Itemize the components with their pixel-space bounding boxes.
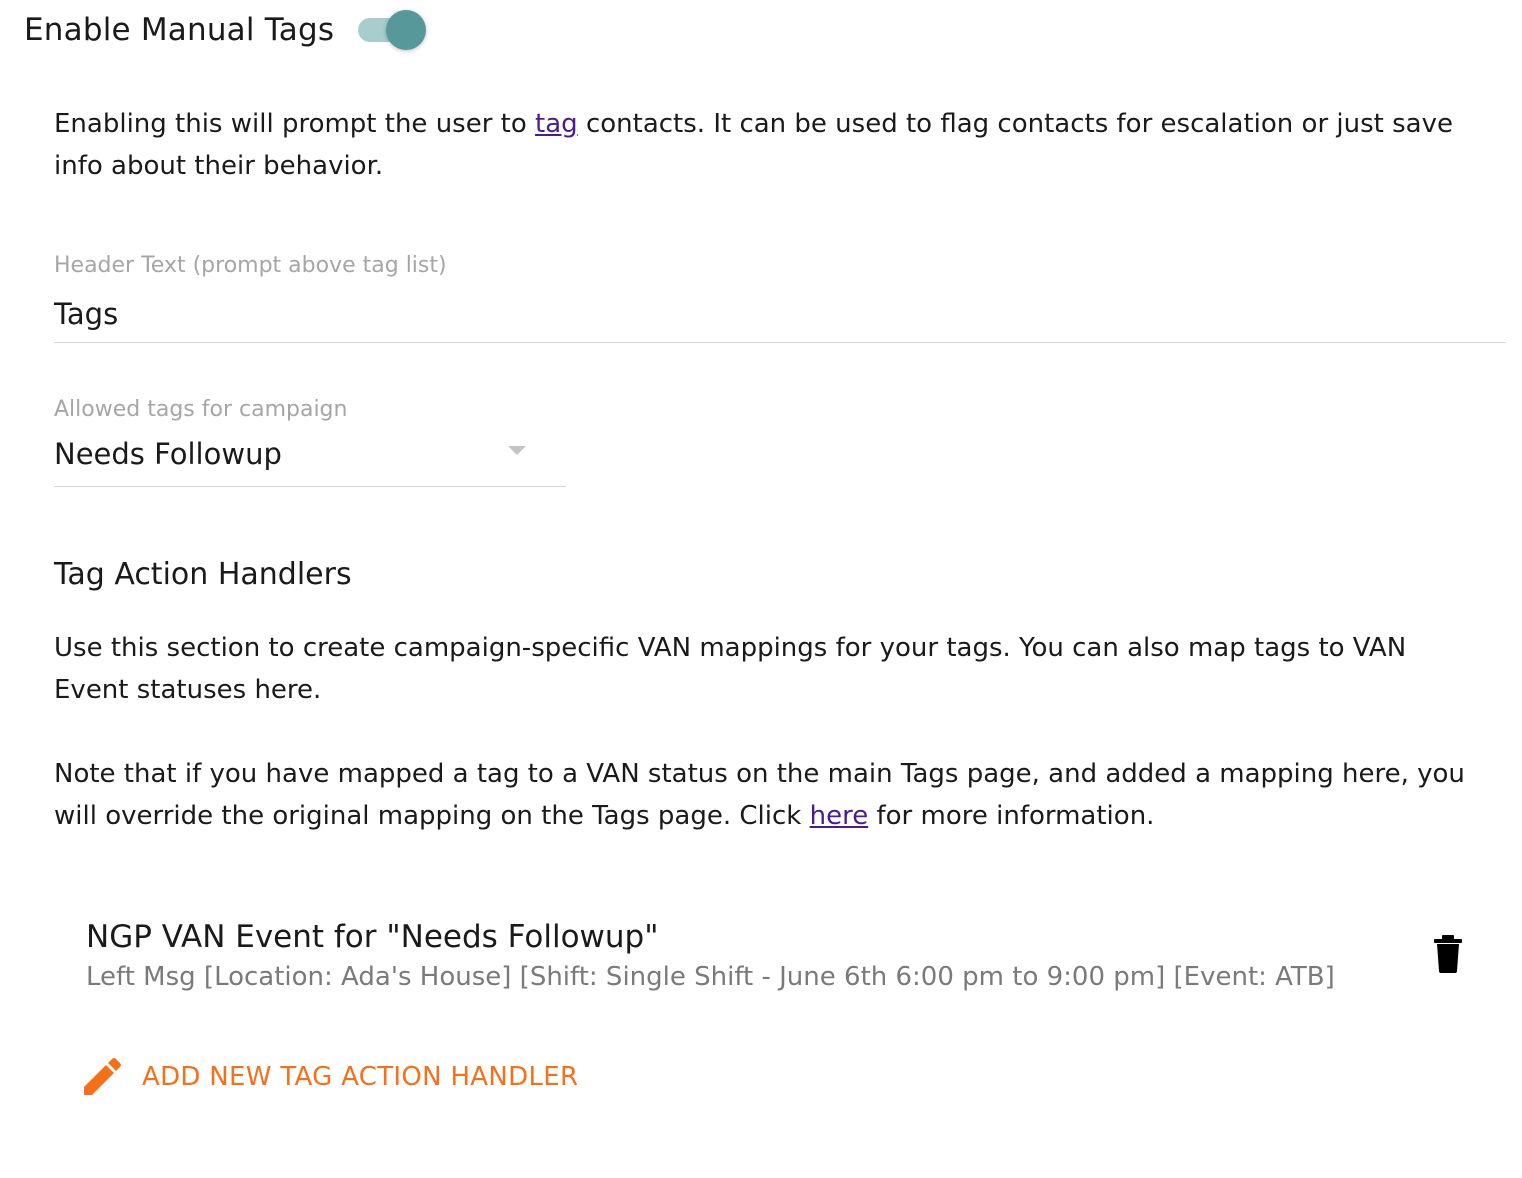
pencil-icon [84,1058,121,1095]
here-link[interactable]: here [810,801,869,831]
allowed-tags-underline [54,486,566,487]
allowed-tags-select-row[interactable]: Needs Followup [54,434,566,474]
add-tag-action-handler-button[interactable]: ADD NEW TAG ACTION HANDLER [80,1055,578,1099]
header-text-underline [54,342,1506,343]
delete-handler-button[interactable] [1432,933,1468,977]
handler-title: NGP VAN Event for "Needs Followup" [86,919,659,955]
manual-tags-toggle-row: Enable Manual Tags [24,8,428,52]
header-text-label: Header Text (prompt above tag list) [54,253,447,278]
description-text-before: Enabling this will prompt the user to [54,109,536,139]
enable-manual-tags-toggle[interactable] [356,8,428,52]
tag-action-handlers-note: Note that if you have mapped a tag to a … [54,753,1474,837]
add-handler-label: ADD NEW TAG ACTION HANDLER [142,1062,579,1092]
manual-tags-description: Enabling this will prompt the user to ta… [54,103,1494,187]
tag-action-handlers-intro: Use this section to create campaign-spec… [54,633,1407,705]
toggle-label: Enable Manual Tags [24,12,335,48]
handler-subtitle: Left Msg [Location: Ada's House] [Shift:… [86,962,1335,992]
allowed-tags-label: Allowed tags for campaign [54,397,348,422]
tag-action-handler-item[interactable]: NGP VAN Event for "Needs Followup" Left … [86,915,1486,1005]
header-text-input[interactable]: Tags [54,294,1506,334]
allowed-tags-value[interactable]: Needs Followup [54,434,282,474]
tags-settings-panel: Enable Manual Tags Enabling this will pr… [0,0,1522,1178]
header-text-field[interactable]: Header Text (prompt above tag list) Tags [54,252,1506,343]
note-text-before: Note that if you have mapped a tag to a … [54,759,1465,831]
note-text-after: for more information. [868,801,1155,831]
chevron-down-icon[interactable] [508,446,526,455]
toggle-thumb[interactable] [386,10,427,50]
allowed-tags-select[interactable]: Allowed tags for campaign Needs Followup [54,396,566,487]
trash-icon [1434,935,1462,973]
tag-action-handlers-title: Tag Action Handlers [54,557,352,592]
tag-link[interactable]: tag [535,109,578,139]
